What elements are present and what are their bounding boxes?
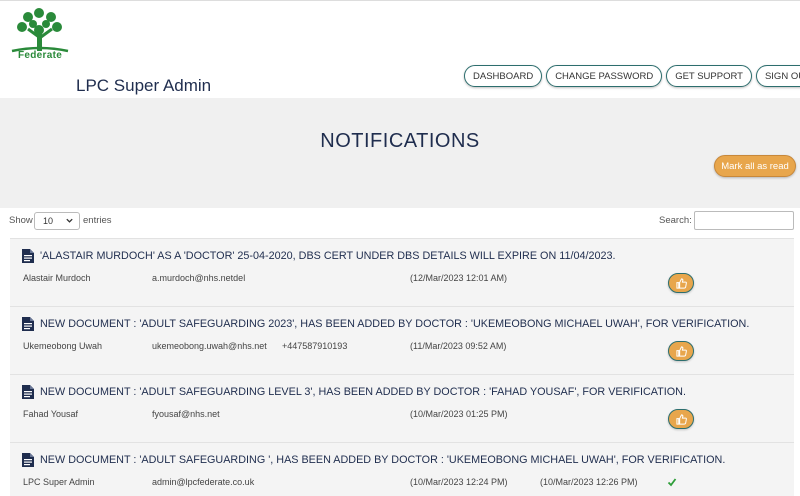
table-controls: Show 10 entries Search: [0, 208, 800, 236]
notification-item: NEW DOCUMENT : 'ADULT SAFEGUARDING ', HA… [10, 442, 794, 496]
notification-email: a.murdoch@nhs.netdel [152, 273, 246, 283]
notification-item: 'ALASTAIR MURDOCH' AS A 'DOCTOR' 25-04-2… [10, 238, 794, 306]
logo-text: Federate [18, 50, 63, 61]
document-icon [22, 249, 34, 263]
notification-email: ukemeobong.uwah@nhs.net [152, 341, 267, 351]
entries-label: entries [83, 215, 112, 226]
notification-user-name: LPC Super Admin [23, 477, 95, 487]
notification-read-date: (10/Mar/2023 12:26 PM) [540, 477, 638, 487]
notification-title: NEW DOCUMENT : 'ADULT SAFEGUARDING 2023'… [40, 318, 750, 330]
thumbs-up-icon [675, 345, 687, 357]
notification-user-name: Alastair Murdoch [23, 273, 91, 283]
mark-read-button[interactable] [668, 341, 694, 361]
notification-list: 'ALASTAIR MURDOCH' AS A 'DOCTOR' 25-04-2… [10, 238, 794, 496]
mark-all-read-button[interactable]: Mark all as read [714, 155, 796, 177]
notification-user-name: Ukemeobong Uwah [23, 341, 103, 351]
mark-read-button[interactable] [668, 273, 694, 293]
header: Federate LPC Super Admin DASHBOARD CHANG… [0, 0, 800, 98]
document-icon [22, 453, 34, 467]
sign-out-button[interactable]: SIGN OUT [755, 65, 800, 87]
app-title: LPC Super Admin [76, 76, 212, 95]
notification-title: NEW DOCUMENT : 'ADULT SAFEGUARDING ', HA… [40, 454, 726, 466]
page-size-value: 10 [43, 216, 54, 226]
show-label: Show [9, 215, 33, 226]
search-label: Search: [659, 215, 692, 226]
notification-email: admin@lpcfederate.co.uk [152, 477, 255, 487]
dashboard-button[interactable]: DASHBOARD [464, 65, 543, 87]
page-title: NOTIFICATIONS [320, 130, 480, 152]
notification-phone: +447587910193 [282, 341, 348, 351]
notification-title: 'ALASTAIR MURDOCH' AS A 'DOCTOR' 25-04-2… [40, 250, 616, 262]
top-nav: DASHBOARD CHANGE PASSWORD GET SUPPORT SI… [464, 65, 800, 87]
notification-item: NEW DOCUMENT : 'ADULT SAFEGUARDING 2023'… [10, 306, 794, 374]
notification-title: NEW DOCUMENT : 'ADULT SAFEGUARDING LEVEL… [40, 386, 686, 398]
document-icon [22, 385, 34, 399]
notification-created-date: (11/Mar/2023 09:52 AM) [410, 341, 507, 351]
notification-user-name: Fahad Yousaf [23, 409, 79, 419]
change-password-button[interactable]: CHANGE PASSWORD [546, 65, 663, 87]
document-icon [22, 317, 34, 331]
thumbs-up-icon [675, 277, 687, 289]
notification-item: NEW DOCUMENT : 'ADULT SAFEGUARDING LEVEL… [10, 374, 794, 442]
page-banner: NOTIFICATIONS Mark all as read [0, 98, 800, 208]
page-size-select[interactable]: 10 [34, 212, 80, 230]
check-icon [667, 477, 677, 490]
thumbs-up-icon [675, 413, 687, 425]
mark-read-button[interactable] [668, 409, 694, 429]
notification-email: fyousaf@nhs.net [152, 409, 220, 419]
search-input[interactable] [694, 211, 794, 230]
get-support-button[interactable]: GET SUPPORT [666, 65, 752, 87]
chevron-down-icon [65, 216, 74, 227]
notification-created-date: (10/Mar/2023 01:25 PM) [410, 409, 508, 419]
notification-created-date: (10/Mar/2023 12:24 PM) [410, 477, 508, 487]
notification-created-date: (12/Mar/2023 12:01 AM) [410, 273, 508, 283]
